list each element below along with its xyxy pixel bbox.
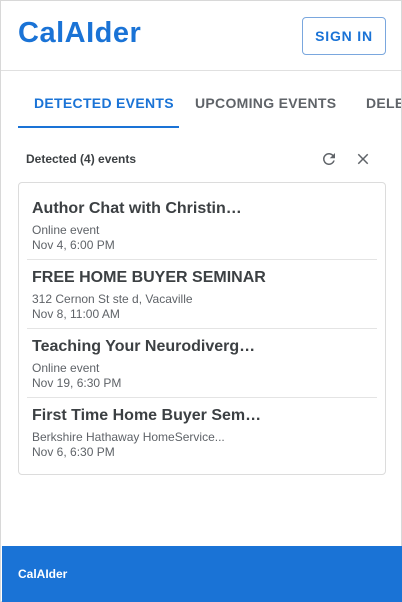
app-window: CalAIder SIGN IN DETECTED EVENTS UPCOMIN… <box>0 0 402 602</box>
close-icon-glyph <box>357 153 369 165</box>
tab-detected-events[interactable]: DETECTED EVENTS <box>34 72 174 128</box>
event-location: 312 Cernon St ste d, Vacaville <box>32 292 193 306</box>
app-footer: CalAIder <box>2 546 402 602</box>
app-logo: CalAIder <box>18 17 142 49</box>
footer-brand: CalAIder <box>18 567 68 581</box>
event-location: Berkshire Hathaway HomeService... <box>32 430 225 444</box>
refresh-icon-glyph <box>322 152 335 165</box>
event-item[interactable]: First Time Home Buyer Sem… Berkshire Hat… <box>27 390 377 459</box>
app-header: CalAIder SIGN IN <box>1 1 401 71</box>
close-icon[interactable] <box>351 147 375 171</box>
event-title: FREE HOME BUYER SEMINAR <box>32 269 266 286</box>
sign-in-button[interactable]: SIGN IN <box>302 17 386 55</box>
events-list-header: Detected (4) events <box>26 147 376 171</box>
event-location: Online event <box>32 223 100 237</box>
events-count-title: Detected (4) events <box>26 152 137 166</box>
refresh-icon[interactable] <box>317 147 341 171</box>
event-time: Nov 19, 6:30 PM <box>32 376 122 390</box>
event-time: Nov 4, 6:00 PM <box>32 238 115 252</box>
tab-upcoming-events[interactable]: UPCOMING EVENTS <box>195 72 336 128</box>
event-item[interactable]: FREE HOME BUYER SEMINAR 312 Cernon St st… <box>27 252 377 321</box>
event-item[interactable]: Teaching Your Neurodiverg… Online event … <box>27 321 377 390</box>
event-title: Teaching Your Neurodiverg… <box>32 338 256 355</box>
tab-deleted-events[interactable]: DELETED EVENTS <box>366 72 401 128</box>
event-time: Nov 6, 6:30 PM <box>32 445 115 459</box>
event-item[interactable]: Author Chat with Christin… Online event … <box>27 183 377 252</box>
event-title: Author Chat with Christin… <box>32 200 242 217</box>
active-tab-indicator <box>18 126 179 128</box>
event-title: First Time Home Buyer Sem… <box>32 407 262 424</box>
tab-bar: DETECTED EVENTS UPCOMING EVENTS DELETED … <box>1 72 401 128</box>
events-card: Author Chat with Christin… Online event … <box>18 182 386 475</box>
event-location: Online event <box>32 361 100 375</box>
event-time: Nov 8, 11:00 AM <box>32 307 120 321</box>
